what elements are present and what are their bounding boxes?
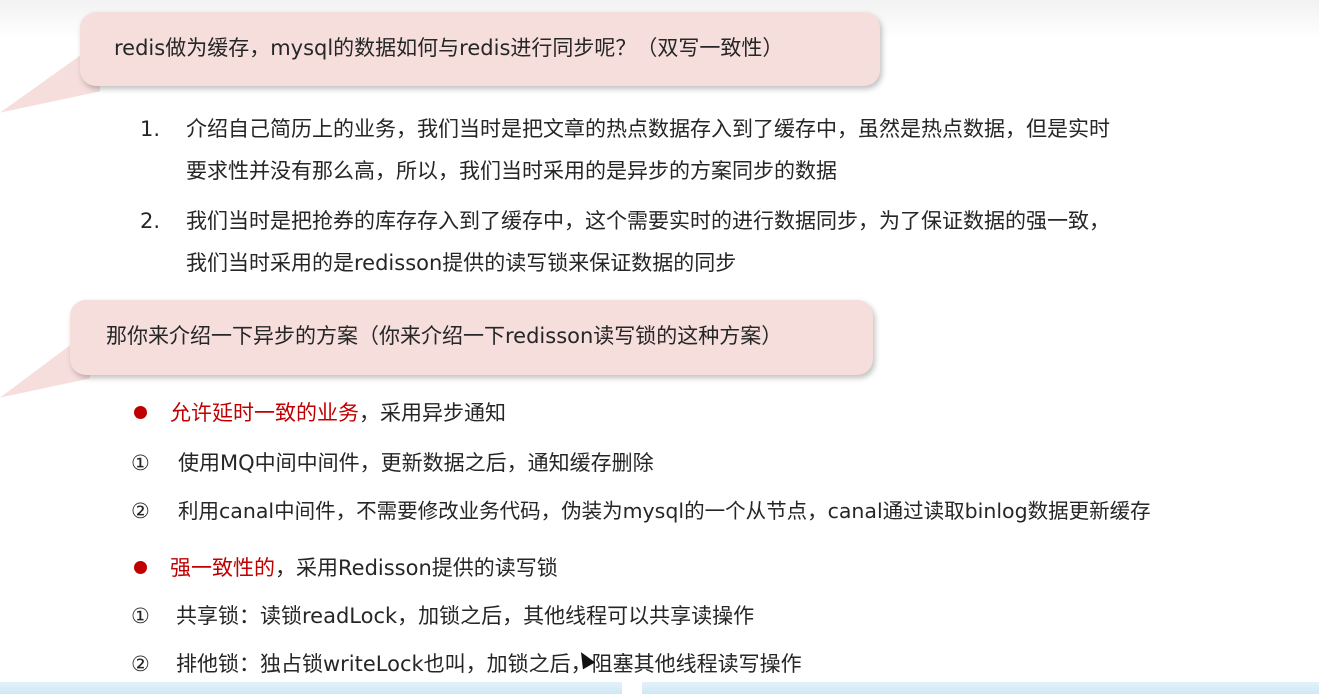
- bullet-dot-icon: [134, 406, 147, 419]
- answer-item-1: 1. 介绍自己简历上的业务，我们当时是把文章的热点数据存入到了缓存中，虽然是热点…: [140, 108, 1260, 192]
- question-1-text: redis做为缓存，mysql的数据如何与redis进行同步呢？（双写一致性）: [114, 36, 784, 60]
- strong-item-1: 共享锁：读锁readLock，加锁之后，其他线程可以共享读操作: [176, 604, 755, 628]
- async-item-2: 利用canal中间件，不需要修改业务代码，伪装为mysql的一个从节点，cana…: [178, 499, 1151, 523]
- answer-line: 介绍自己简历上的业务，我们当时是把文章的热点数据存入到了缓存中，虽然是热点数据，…: [186, 117, 1110, 141]
- answer-line: 要求性并没有那么高，所以，我们当时采用的是异步的方案同步的数据: [186, 159, 837, 183]
- answer-number: 1.: [140, 117, 161, 141]
- strong-item-2: 排他锁：独占锁writeLock也叫，加锁之后，阻塞其他线程读写操作: [176, 652, 802, 676]
- answer-line: 我们当时采用的是redisson提供的读写锁来保证数据的同步: [186, 251, 737, 275]
- section-async-highlight: 允许延时一致的业务: [170, 401, 359, 425]
- circled-number: ①: [131, 604, 150, 628]
- circled-number: ②: [131, 652, 150, 676]
- video-frame-edge: [0, 682, 1319, 694]
- question-2-text: 那你来介绍一下异步的方案（你来介绍一下redisson读写锁的这种方案）: [106, 324, 783, 348]
- circled-number: ①: [131, 451, 150, 475]
- answer-number: 2.: [140, 209, 161, 233]
- question-bubble-2: 那你来介绍一下异步的方案（你来介绍一下redisson读写锁的这种方案）: [70, 300, 873, 375]
- section-async-heading: 允许延时一致的业务，采用异步通知: [170, 398, 506, 428]
- section-strong-heading: 强一致性的，采用Redisson提供的读写锁: [170, 553, 558, 583]
- section-async-rest: ，采用异步通知: [359, 401, 506, 425]
- answer-line: 我们当时是把抢券的库存存入到了缓存中，这个需要实时的进行数据同步，为了保证数据的…: [186, 209, 1110, 233]
- bullet-dot-icon: [134, 561, 147, 574]
- video-frame-gap: [622, 680, 642, 694]
- circled-number: ②: [131, 499, 150, 523]
- section-strong-highlight: 强一致性的: [170, 556, 275, 580]
- answer-item-2: 2. 我们当时是把抢券的库存存入到了缓存中，这个需要实时的进行数据同步，为了保证…: [140, 200, 1260, 284]
- section-strong-rest: ，采用Redisson提供的读写锁: [275, 556, 558, 580]
- async-item-1: 使用MQ中间中间件，更新数据之后，通知缓存删除: [178, 451, 654, 475]
- question-bubble-1: redis做为缓存，mysql的数据如何与redis进行同步呢？（双写一致性）: [80, 12, 880, 86]
